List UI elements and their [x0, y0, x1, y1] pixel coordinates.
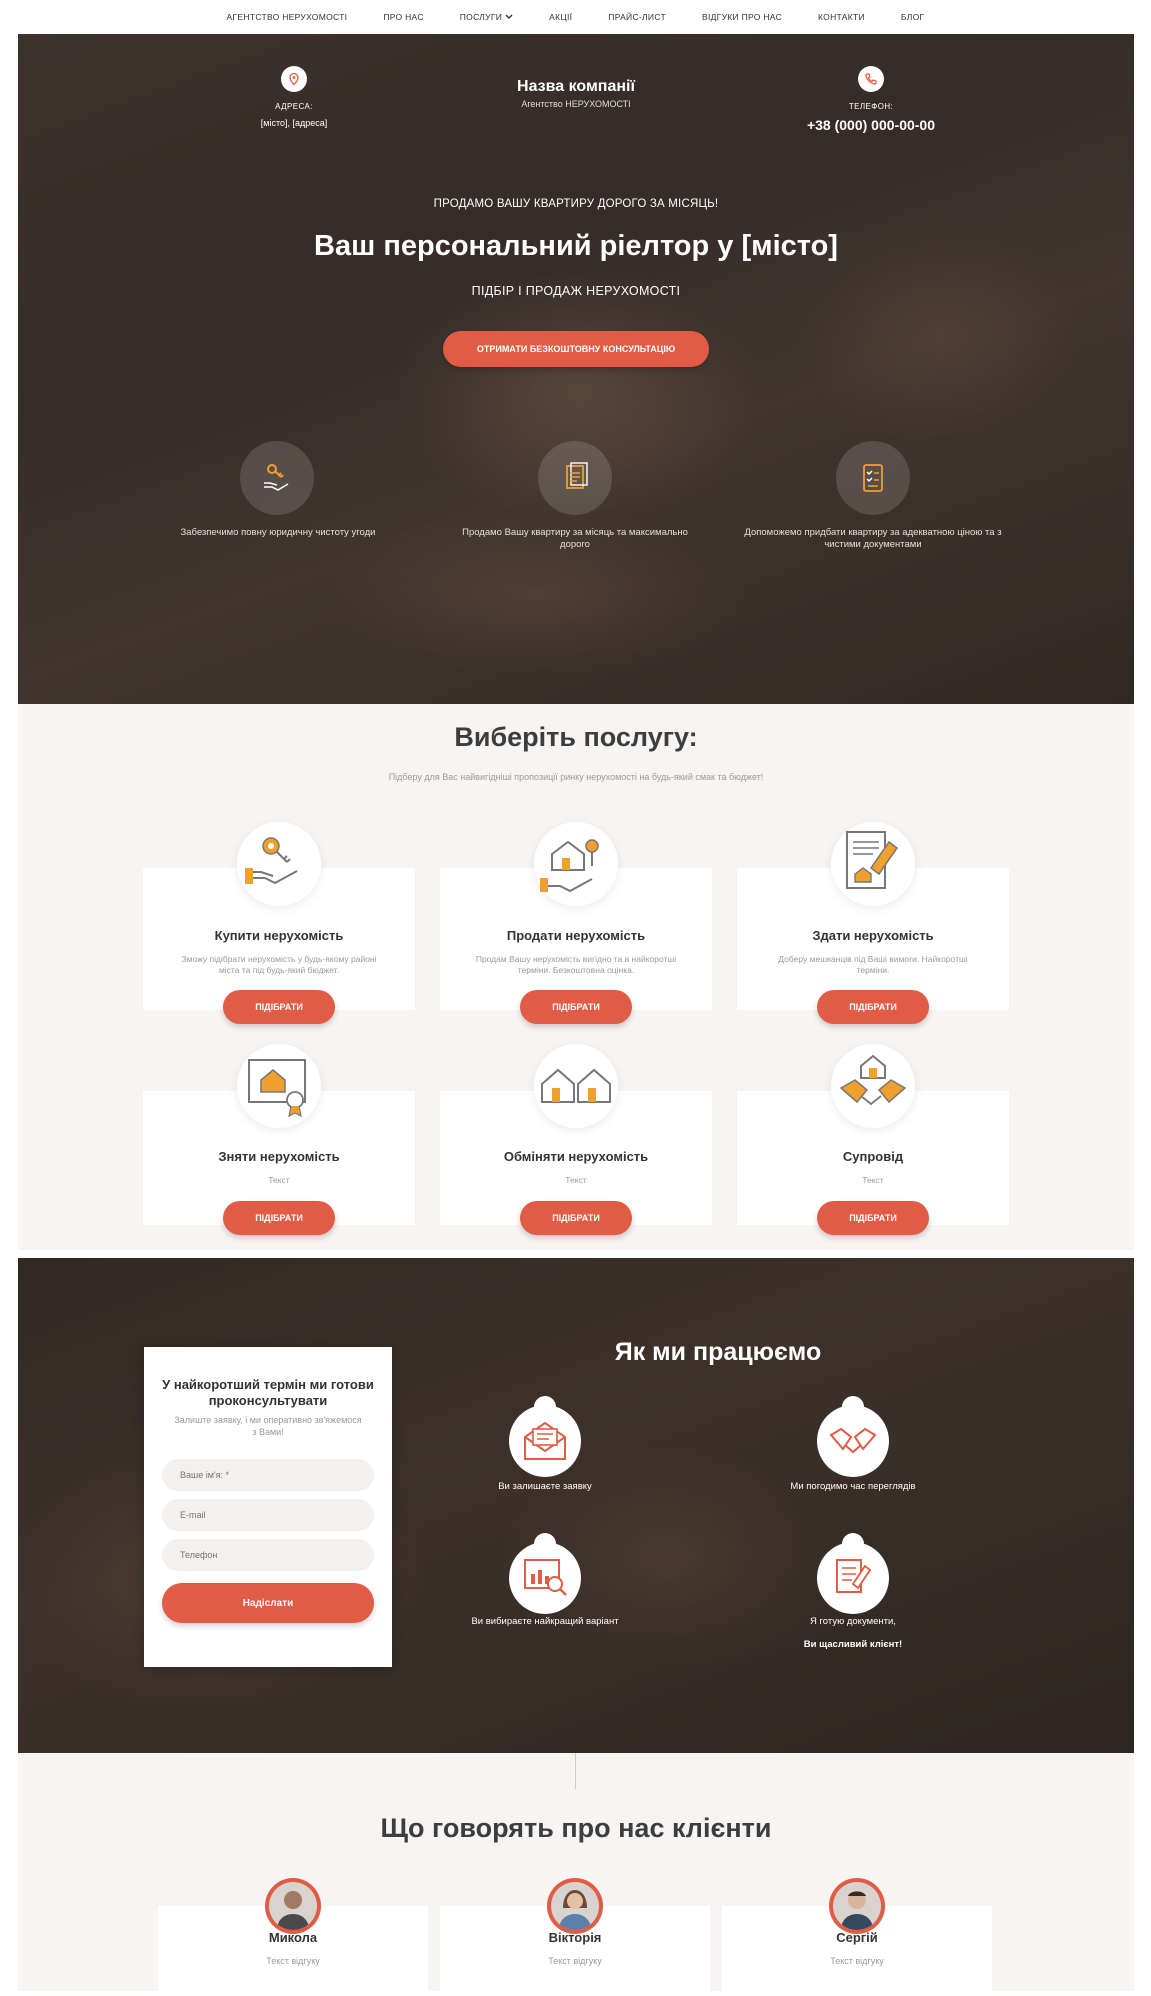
service-title: Здати нерухомість [812, 928, 934, 943]
service-select-button-buy[interactable]: ПІДІБРАТИ [223, 990, 335, 1024]
submit-button[interactable]: Надіслати [162, 1583, 374, 1623]
two-houses-icon [534, 1044, 618, 1128]
nav-item-price-list[interactable]: ПРАЙС-ЛИСТ [590, 12, 684, 22]
phone-icon [858, 66, 884, 92]
top-navigation: АГЕНТСТВО НЕРУХОМОСТІ ПРО НАС ПОСЛУГИ АК… [0, 0, 1151, 34]
form-title: У найкоротший термін ми готови проконсул… [162, 1377, 374, 1408]
how-title: Як ми працюємо [614, 1338, 822, 1366]
step-text-bold: Ви щасливий клієнт! [803, 1639, 903, 1650]
service-select-button-rent-out[interactable]: ПІДІБРАТИ [817, 990, 929, 1024]
handshake-house-icon [831, 1044, 915, 1128]
hand-key-icon [240, 441, 314, 515]
service-desc: Текст [565, 1175, 587, 1185]
house-hand-icon [534, 822, 618, 906]
key-hand-icon [237, 822, 321, 906]
step-text: Я готую документи, [810, 1616, 896, 1627]
service-title: Супровід [842, 1149, 904, 1164]
feature-text-sell-fast: Продамо Вашу квартиру за місяць та макси… [462, 527, 688, 551]
service-title: Купити нерухомість [214, 928, 344, 943]
company-name: Назва компанії [517, 78, 635, 95]
feature-text-legal: Забезпечимо повну юридичну чистоту угоди [180, 527, 376, 538]
checklist-icon [836, 441, 910, 515]
hero-kicker: ПРОДАМО ВАШУ КВАРТИРУ ДОРОГО ЗА МІСЯЦЬ! [433, 198, 719, 210]
avatar [829, 1878, 885, 1934]
nav-item-agency[interactable]: АГЕНТСТВО НЕРУХОМОСТІ [209, 12, 366, 22]
hero-section: АДРЕСА: [місто], [адреса] Назва компанії… [18, 34, 1134, 704]
envelope-icon [509, 1405, 581, 1477]
services-title: Виберіть послугу: [454, 722, 698, 752]
step-text: Ви залишаєте заявку [498, 1481, 592, 1492]
nav-services-label: ПОСЛУГИ [459, 12, 503, 22]
services-subtitle: Підберу для Вас найвигідніші пропозиції … [388, 772, 764, 782]
testimonials-title: Що говорять про нас клієнти [380, 1813, 772, 1843]
service-select-button-support[interactable]: ПІДІБРАТИ [817, 1201, 929, 1235]
nav-item-promotions[interactable]: АКЦІЇ [531, 12, 590, 22]
consultation-form: У найкоротший термін ми готови проконсул… [144, 1347, 392, 1667]
map-pin-icon [281, 66, 307, 92]
service-desc: Продам Вашу нерухомість вигідно та в най… [475, 954, 677, 976]
service-desc: Доберу мешканців під Ваші вимоги. Найкор… [778, 954, 968, 976]
avatar [265, 1878, 321, 1934]
form-subtitle: Залиште заявку, і ми оперативно зв'яжемо… [174, 1415, 362, 1437]
nav-item-blog[interactable]: БЛОГ [883, 12, 943, 22]
service-select-button-exchange[interactable]: ПІДІБРАТИ [520, 1201, 632, 1235]
documents-icon [538, 441, 612, 515]
nav-item-about[interactable]: ПРО НАС [365, 12, 441, 22]
address-label: АДРЕСА: [275, 102, 313, 111]
house-certificate-icon [237, 1044, 321, 1128]
phone-field[interactable] [162, 1539, 374, 1571]
service-title: Продати нерухомість [506, 928, 646, 943]
nav-item-services[interactable]: ПОСЛУГИ [442, 12, 531, 22]
hero-title: Ваш персональний ріелтор у [місто] [314, 230, 838, 262]
phone-block [858, 66, 884, 92]
contract-pen-icon [831, 822, 915, 906]
hero-subtitle: ПІДБІР І ПРОДАЖ НЕРУХОМОСТІ [471, 284, 681, 298]
nav-item-reviews[interactable]: ВІДГУКИ ПРО НАС [684, 12, 800, 22]
chevron-down-icon [505, 14, 513, 19]
service-select-button-sell[interactable]: ПІДІБРАТИ [520, 990, 632, 1024]
service-desc: Текст [862, 1175, 884, 1185]
company-subtitle: Агентство НЕРУХОМОСТІ [521, 99, 631, 109]
analytics-icon [509, 1542, 581, 1614]
name-field[interactable] [162, 1459, 374, 1491]
testimonials-section: Що говорять про нас клієнти Микола Текст… [18, 1753, 1134, 1996]
nav-item-contacts[interactable]: КОНТАКТИ [800, 12, 883, 22]
how-we-work-section: У найкоротший термін ми готови проконсул… [18, 1258, 1134, 1753]
service-title: Зняти нерухомість [218, 1149, 340, 1164]
address-block [264, 66, 324, 92]
testimonial-text: Текст відгуку [830, 1956, 884, 1966]
service-desc: Зможу підібрати нерухомість у будь-якому… [181, 954, 377, 976]
phone-label: ТЕЛЕФОН: [848, 102, 894, 111]
testimonial-text: Текст відгуку [548, 1956, 602, 1966]
services-section: Виберіть послугу: Підберу для Вас найвиг… [18, 704, 1134, 1250]
step-text: Ви вибираєте найкращий варіант [471, 1616, 619, 1627]
document-pen-icon [817, 1542, 889, 1614]
address-value: [місто], [адреса] [260, 118, 328, 128]
free-consultation-button[interactable]: ОТРИМАТИ БЕЗКОШТОВНУ КОНСУЛЬТАЦІЮ [443, 331, 709, 367]
feature-text-buy: Допоможемо придбати квартиру за адекватн… [744, 527, 1002, 551]
service-desc: Текст [268, 1175, 290, 1185]
testimonial-text: Текст відгуку [266, 1956, 320, 1966]
service-title: Обміняти нерухомість [503, 1149, 649, 1164]
service-select-button-rent[interactable]: ПІДІБРАТИ [223, 1201, 335, 1235]
step-text: Ми погодимо час переглядів [790, 1481, 916, 1492]
handshake-icon [817, 1405, 889, 1477]
avatar [547, 1878, 603, 1934]
phone-value[interactable]: +38 (000) 000-00-00 [778, 117, 964, 133]
divider [575, 1753, 576, 1789]
email-field[interactable] [162, 1499, 374, 1531]
